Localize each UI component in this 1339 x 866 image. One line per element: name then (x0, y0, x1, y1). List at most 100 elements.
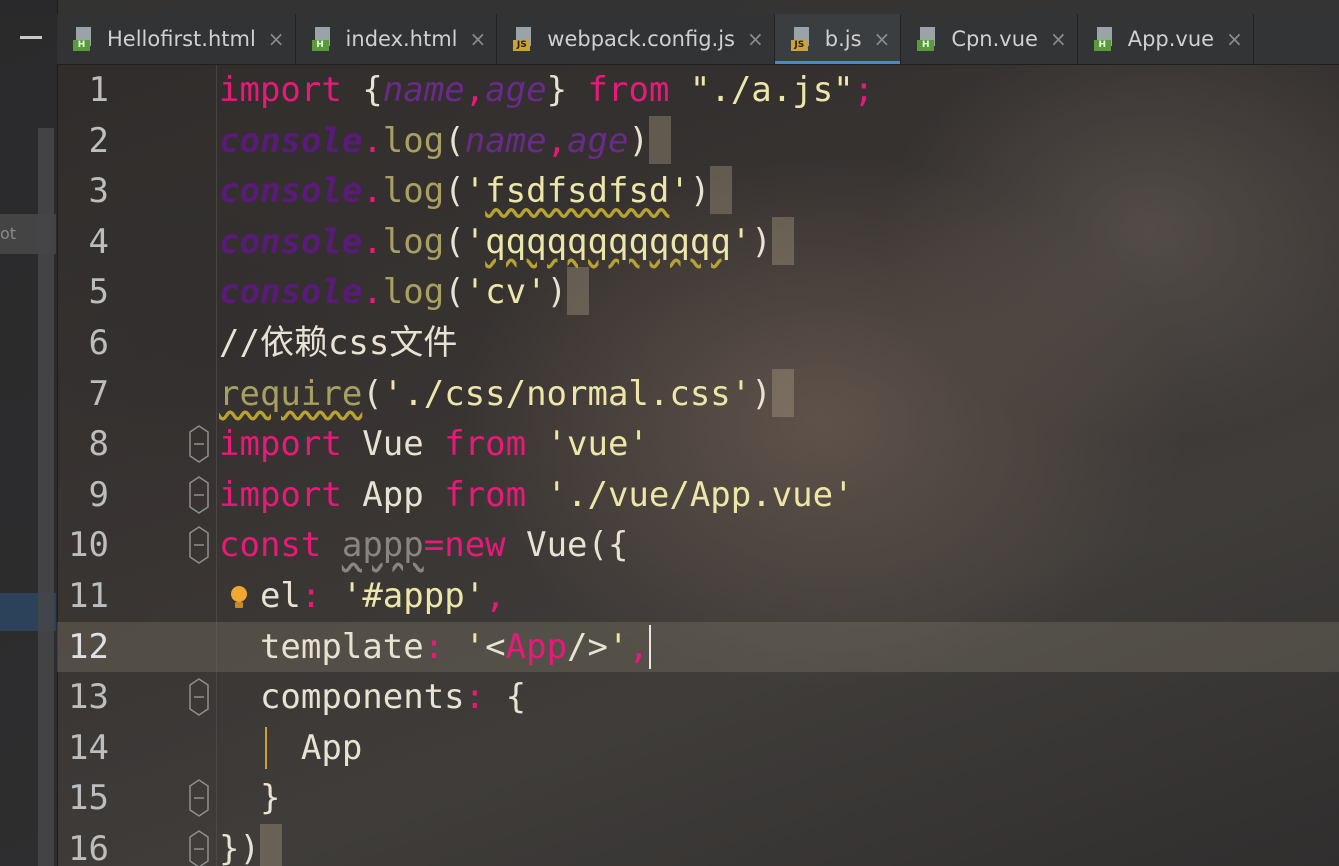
tab-webpack-config-js[interactable]: JS webpack.config.js × (497, 14, 775, 64)
code-token: : (423, 626, 445, 667)
code-text: } (219, 773, 280, 823)
code-line[interactable]: 11 el: '#appp', (57, 571, 1339, 621)
code-token: ' (464, 171, 486, 212)
fold-marker-icon[interactable] (188, 677, 210, 717)
code-token: import (219, 424, 342, 465)
close-tab-icon[interactable]: × (747, 27, 764, 51)
tab-label: b.js (824, 27, 862, 51)
code-token: fsdfsdfsd (485, 171, 670, 212)
line-number: 1 (88, 70, 109, 110)
line-number: 13 (68, 677, 109, 718)
code-text: const appp=new Vue({ (219, 520, 628, 570)
code-token: ) (751, 373, 772, 414)
tab-label: Hellofirst.html (107, 27, 256, 51)
code-token: ' (608, 626, 629, 667)
code-token: ( (444, 120, 465, 161)
code-line[interactable]: 13 components: { (57, 672, 1339, 722)
code-line[interactable]: 14 App (57, 723, 1339, 773)
code-token: template (219, 626, 424, 667)
tab-index-html[interactable]: Hindex.html × (296, 14, 498, 64)
close-tab-icon[interactable]: × (1050, 27, 1067, 51)
close-tab-icon[interactable]: × (268, 27, 285, 51)
tab-b-js[interactable]: JS b.js × (774, 14, 902, 64)
code-token: < (485, 626, 506, 667)
code-text: App (219, 723, 362, 773)
code-token: ' (444, 626, 486, 667)
code-line[interactable]: 8 import Vue from 'vue' (57, 419, 1339, 469)
fold-marker-icon[interactable] (188, 778, 210, 818)
brace-match-block (710, 166, 733, 215)
code-text: require('./css/normal.css') (219, 368, 794, 419)
code-token: ) (689, 171, 711, 212)
code-line[interactable]: 10 const appp=new Vue({ (57, 520, 1339, 570)
code-token: import (219, 70, 342, 110)
tab-label: webpack.config.js (547, 27, 735, 51)
code-line[interactable]: 12 template: '<App/>', (57, 621, 1339, 672)
code-token: ( (444, 221, 465, 262)
code-line[interactable]: 3 console.log('fsdfsdfsd') (57, 166, 1339, 216)
code-token: App (341, 474, 445, 515)
code-text: template: '<App/>', (219, 622, 651, 672)
code-text: import {name,age} from "./a.js"; (219, 65, 874, 115)
code-line[interactable]: 9 import App from './vue/App.vue' (57, 470, 1339, 520)
line-number: 12 (68, 626, 109, 667)
fold-marker-icon[interactable] (188, 525, 210, 565)
code-token: console (219, 272, 363, 313)
code-token: log (382, 171, 445, 212)
line-number: 16 (68, 829, 109, 866)
code-token: require (219, 373, 363, 414)
code-text: console.log('qqqqqqqqqqqq') (219, 216, 794, 267)
close-tab-icon[interactable]: × (1226, 27, 1243, 51)
project-panel-strip: ot (0, 0, 58, 866)
code-token: App (505, 626, 568, 667)
code-token: : (300, 576, 322, 616)
code-token: : (464, 677, 486, 718)
brace-match-block (771, 368, 794, 417)
code-token: Vue (341, 424, 445, 465)
fold-marker-icon[interactable] (188, 829, 210, 866)
tab-label: index.html (345, 27, 458, 51)
code-line[interactable]: 6 //依赖css文件 (57, 318, 1339, 368)
code-token: el (219, 576, 301, 616)
line-number: 2 (88, 120, 109, 161)
code-token: ) (751, 221, 772, 262)
code-token: ' (464, 221, 486, 262)
code-token: } (219, 778, 281, 819)
code-line[interactable]: 7 require('./css/normal.css') (57, 368, 1339, 419)
close-tab-icon[interactable]: × (874, 27, 891, 51)
code-text: import App from './vue/App.vue' (219, 470, 854, 520)
html-file-icon: H (1093, 27, 1116, 51)
code-token: from (444, 424, 527, 465)
line-number: 5 (88, 272, 109, 313)
code-text: el: '#appp', (219, 571, 506, 621)
code-line[interactable]: 4 console.log('qqqqqqqqqqqq') (57, 216, 1339, 267)
code-token: from (587, 70, 670, 110)
code-token: ( (362, 373, 383, 414)
code-line[interactable]: 1 import {name,age} from "./a.js"; (57, 65, 1339, 115)
line-number: 6 (88, 323, 109, 363)
tab-hellofirst-html[interactable]: H Hellofirst.html × (57, 14, 296, 64)
code-text: console.log('fsdfsdfsd') (219, 166, 733, 216)
collapse-panel-icon[interactable] (20, 36, 42, 39)
tab-app-vue[interactable]: H App.vue × (1078, 14, 1254, 64)
code-line[interactable]: 2 console.log(name,age) (57, 115, 1339, 166)
code-text: }) (219, 824, 282, 866)
fold-marker-icon[interactable] (188, 424, 210, 464)
project-scrollbar[interactable] (38, 128, 54, 866)
code-line[interactable]: 5 console.log('cv') (57, 267, 1339, 317)
close-tab-icon[interactable]: × (470, 27, 487, 51)
code-editor[interactable]: 1 import {name,age} from "./a.js"; 2 consol… (57, 65, 1339, 866)
code-token: }) (219, 829, 260, 866)
html-file-icon: H (73, 27, 95, 51)
fold-marker-icon[interactable] (188, 475, 210, 515)
code-token: "./a.js" (669, 70, 854, 110)
code-token: name (464, 120, 547, 161)
code-token: //依赖css文件 (219, 323, 458, 363)
brace-match-block (648, 115, 671, 164)
code-line[interactable]: 16}) (57, 824, 1339, 866)
tab-cpn-vue[interactable]: H Cpn.vue × (901, 14, 1078, 64)
html-file-icon: H (311, 27, 334, 51)
brace-match-block (567, 267, 590, 316)
code-line[interactable]: 15 } (57, 773, 1339, 823)
code-token: . (362, 221, 383, 262)
